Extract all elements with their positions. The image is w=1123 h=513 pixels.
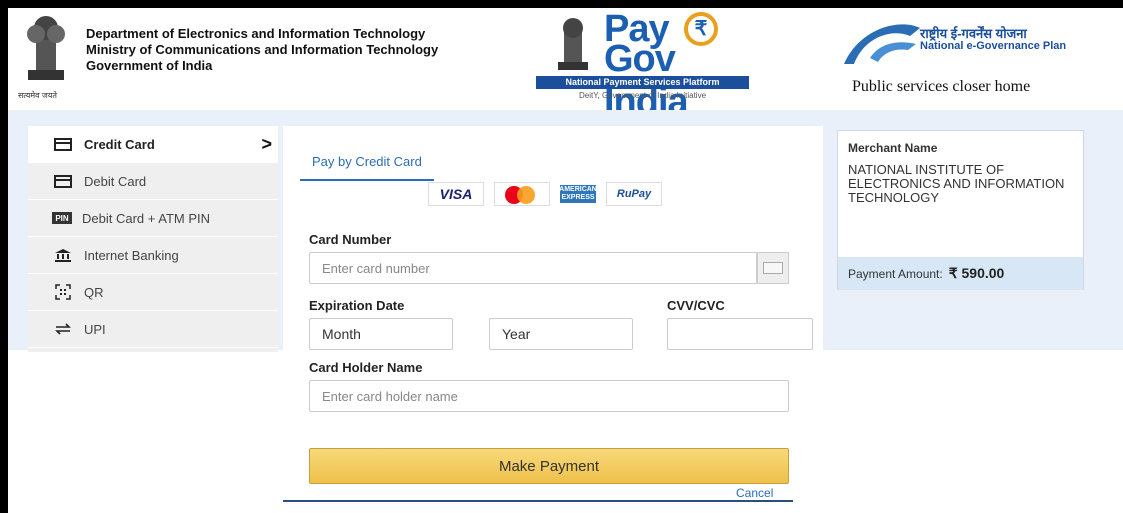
paygov-platform: National Payment Services Platform xyxy=(536,76,749,89)
chevron-right-icon: > xyxy=(261,133,272,154)
sidebar-item-upi[interactable]: UPI xyxy=(28,311,278,348)
expiry-month-select[interactable]: Month xyxy=(309,318,453,350)
upi-icon xyxy=(52,322,74,336)
merchant-name-value: NATIONAL INSTITUTE OF ELECTRONICS AND IN… xyxy=(848,162,1065,205)
expiry-label: Expiration Date xyxy=(309,298,405,313)
card-chip-icon xyxy=(757,252,789,284)
card-number-label: Card Number xyxy=(309,232,392,247)
negp-tagline: Public services closer home xyxy=(852,78,1031,95)
card-holder-input[interactable]: Enter card holder name xyxy=(309,380,789,412)
sidebar-item-label: Debit Card xyxy=(84,173,147,189)
dept-line: Department of Electronics and Informatio… xyxy=(86,26,426,41)
make-payment-button[interactable]: Make Payment xyxy=(309,448,789,484)
pin-icon: PIN xyxy=(52,212,72,224)
dept-line: Government of India xyxy=(86,58,213,73)
card-number-input[interactable]: Enter card number xyxy=(309,252,757,284)
payment-amount-value: ₹ 590.00 xyxy=(948,265,1005,281)
paygov-logo: Pay ₹ Gov India National Payment Service… xyxy=(536,8,749,123)
negp-logo: राष्ट्रीय ई-गवर्नेंस योजना National e-Go… xyxy=(836,16,1096,101)
payment-method-sidebar: Credit Card > Debit Card PIN Debit Card … xyxy=(28,126,278,352)
bank-icon xyxy=(52,248,74,262)
e-swoosh-icon xyxy=(844,24,920,64)
card-brand-logos: VISA AMERICAN EXPRESS RuPay xyxy=(428,182,662,206)
sidebar-item-debit-card[interactable]: Debit Card xyxy=(28,163,278,200)
merchant-panel: Merchant Name NATIONAL INSTITUTE OF ELEC… xyxy=(837,130,1084,290)
qr-icon xyxy=(52,284,74,300)
credit-card-form: Pay by Credit Card VISA AMERICAN EXPRESS… xyxy=(283,126,823,504)
mastercard-logo-icon xyxy=(494,182,550,206)
card-icon xyxy=(52,174,74,188)
sidebar-item-label: Internet Banking xyxy=(84,247,179,263)
sidebar-item-qr[interactable]: QR xyxy=(28,274,278,311)
expiry-year-select[interactable]: Year xyxy=(489,318,633,350)
sidebar-item-label: QR xyxy=(84,284,104,300)
dept-line: Ministry of Communications and Informati… xyxy=(86,42,439,57)
page-frame: सत्यमेव जयते Department of Electronics a… xyxy=(8,8,1123,513)
card-icon xyxy=(52,137,74,151)
sidebar-item-debit-card-atm-pin[interactable]: PIN Debit Card + ATM PIN xyxy=(28,200,278,237)
tab-pay-by-credit-card[interactable]: Pay by Credit Card xyxy=(300,146,434,181)
sidebar-item-credit-card[interactable]: Credit Card > xyxy=(28,126,278,163)
sidebar-item-label: Credit Card xyxy=(84,136,155,152)
cancel-link[interactable]: Cancel xyxy=(736,486,773,500)
card-holder-label: Card Holder Name xyxy=(309,360,423,375)
rupay-logo-icon: RuPay xyxy=(606,182,662,206)
form-underline xyxy=(283,500,793,502)
amex-logo-icon: AMERICAN EXPRESS xyxy=(559,185,597,203)
department-title: Department of Electronics and Informatio… xyxy=(86,26,438,74)
visa-logo-icon: VISA xyxy=(428,182,484,206)
cvv-input[interactable] xyxy=(667,318,813,350)
sidebar-item-internet-banking[interactable]: Internet Banking xyxy=(28,237,278,274)
cvv-label: CVV/CVC xyxy=(667,298,725,313)
paygov-initiative: DeitY, Government of India Initiative xyxy=(578,91,707,100)
national-emblem-icon xyxy=(27,16,65,80)
header: सत्यमेव जयते Department of Electronics a… xyxy=(8,8,1123,123)
paygov-emblem-icon xyxy=(558,18,588,70)
payment-amount-row: Payment Amount: ₹ 590.00 xyxy=(838,257,1083,290)
sidebar-item-label: Debit Card + ATM PIN xyxy=(82,210,210,226)
sidebar-item-label: UPI xyxy=(84,321,106,337)
negp-english: National e-Governance Plan xyxy=(920,40,1067,52)
merchant-name-label: Merchant Name xyxy=(848,141,938,155)
payment-amount-label: Payment Amount: xyxy=(848,266,943,281)
emblem-caption: सत्यमेव जयते xyxy=(18,91,57,100)
